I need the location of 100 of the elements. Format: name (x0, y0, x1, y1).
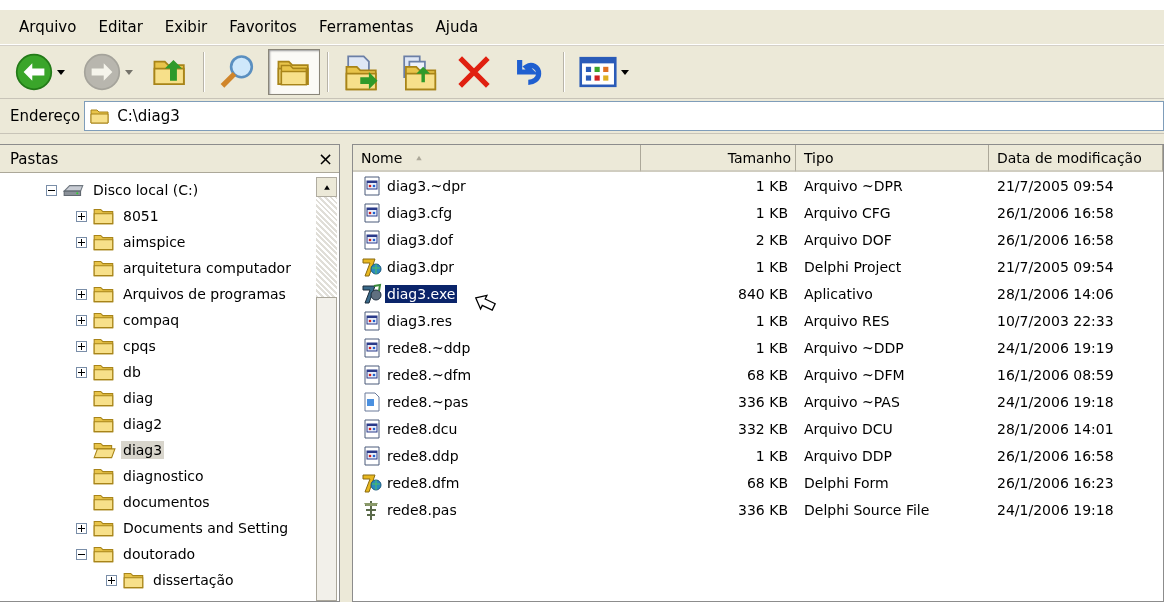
document-icon (361, 444, 383, 467)
table-cell-text: Aplicativo (803, 284, 874, 304)
table-cell-text: Delphi Form (803, 473, 890, 493)
table-cell-text: 1 KB (754, 203, 789, 223)
tree-item[interactable]: arquitetura computador (121, 259, 293, 277)
file-name[interactable]: diag3.~dpr (385, 176, 468, 195)
table-cell-text: Arquivo RES (803, 311, 891, 331)
table-cell-text: Arquivo CFG (803, 203, 892, 223)
tree-item[interactable]: doutorado (121, 545, 198, 563)
table-cell-text: 26/1/2006 16:58 (996, 203, 1115, 223)
table-cell-text: 2 KB (754, 230, 789, 250)
tree-item[interactable]: compaq (121, 311, 182, 329)
expand-icon[interactable] (106, 574, 117, 586)
table-cell-text: 332 KB (737, 419, 789, 439)
table-cell-text: Arquivo DOF (803, 230, 893, 250)
table-cell-text: 24/1/2006 19:18 (996, 392, 1115, 412)
expand-icon[interactable] (76, 522, 87, 534)
menu-item[interactable]: Arquivo (8, 18, 88, 36)
expand-icon[interactable] (76, 314, 87, 326)
table-cell-text: 24/1/2006 19:19 (996, 338, 1115, 358)
forward-icon (83, 53, 121, 91)
seven-globe-icon (361, 471, 383, 494)
tree-item[interactable]: dissertação (151, 571, 236, 589)
pane-title: Pastas (10, 149, 59, 168)
table-cell-text: Arquivo ~DDP (803, 338, 905, 358)
file-name[interactable]: diag3.cfg (385, 203, 455, 222)
tree-item[interactable]: cpqs (121, 337, 158, 355)
table-cell-text: 840 KB (737, 284, 789, 304)
table-cell-text: 336 KB (737, 500, 789, 520)
scroll-up-button[interactable] (316, 177, 337, 197)
tree-item[interactable]: documentos (121, 493, 212, 511)
expand-icon[interactable] (76, 210, 87, 222)
file-name[interactable]: rede8.~dfm (385, 365, 474, 384)
menu-item[interactable]: Favoritos (218, 18, 308, 36)
table-cell-text: 28/1/2006 14:06 (996, 284, 1115, 304)
seven-globe-icon (361, 255, 383, 278)
expand-icon[interactable] (76, 340, 87, 352)
expand-icon[interactable] (76, 366, 87, 378)
table-cell-text: Arquivo DCU (803, 419, 894, 439)
file-name[interactable]: diag3.dpr (385, 257, 457, 276)
file-name[interactable]: diag3.exe (385, 284, 458, 303)
expand-icon[interactable] (76, 236, 87, 248)
tree-item[interactable]: Disco local (C:) (91, 181, 201, 199)
table-cell-text: Arquivo ~DFM (803, 365, 906, 385)
column-header[interactable]: Tipo (796, 145, 989, 172)
tree-item[interactable]: Documents and Setting (121, 519, 291, 537)
document-icon (361, 201, 383, 224)
column-header[interactable]: Tamanho (641, 145, 796, 172)
tree-item[interactable]: diag2 (121, 415, 165, 433)
document-icon (361, 228, 383, 251)
file-name[interactable]: rede8.pas (385, 500, 459, 519)
table-cell-text: 16/1/2006 08:59 (996, 365, 1115, 385)
table-cell-text: 21/7/2005 09:54 (996, 176, 1115, 196)
table-cell-text: 68 KB (745, 365, 789, 385)
scrollbar-thumb[interactable] (316, 297, 337, 601)
address-field[interactable]: C:\diag3 (84, 101, 1164, 131)
collapse-icon[interactable] (76, 548, 87, 560)
document-icon (361, 174, 383, 197)
menu-item[interactable]: Editar (87, 18, 154, 36)
column-header[interactable]: Data de modificação (989, 145, 1163, 172)
file-name[interactable]: rede8.~ddp (385, 338, 473, 357)
table-cell-text: 26/1/2006 16:58 (996, 230, 1115, 250)
address-label: Endereço (10, 107, 81, 125)
tree-item[interactable]: diagnostico (121, 467, 206, 485)
tree-item[interactable]: db (121, 363, 143, 381)
table-cell-text: Delphi Source File (803, 500, 931, 520)
tree-item[interactable]: diag3 (121, 441, 165, 459)
up-arrow-icon (321, 183, 332, 191)
file-name[interactable]: rede8.dcu (385, 419, 460, 438)
menu-item[interactable]: Ferramentas (307, 18, 425, 36)
expand-icon[interactable] (76, 288, 87, 300)
table-cell-text: 1 KB (754, 446, 789, 466)
table-cell-text: 336 KB (737, 392, 789, 412)
table-cell-text: 1 KB (754, 311, 789, 331)
tree-item[interactable]: aimspice (121, 233, 188, 251)
folders-button[interactable] (268, 49, 320, 95)
table-cell-text: 21/7/2005 09:54 (996, 257, 1115, 277)
file-name[interactable]: rede8.~pas (385, 392, 471, 411)
document-icon (361, 336, 383, 359)
table-cell-text: Arquivo ~PAS (803, 392, 901, 412)
file-name[interactable]: rede8.dfm (385, 473, 462, 492)
table-cell-text: Arquivo ~DPR (803, 176, 904, 196)
document-icon (361, 309, 383, 332)
tree-item[interactable]: 8051 (121, 207, 161, 225)
table-cell-text: 1 KB (754, 338, 789, 358)
table-cell-text: 26/1/2006 16:58 (996, 446, 1115, 466)
table-cell-text: Arquivo DDP (803, 446, 894, 466)
column-header[interactable]: Nome (353, 145, 641, 172)
collapse-icon[interactable] (46, 184, 57, 196)
table-cell-text: 24/1/2006 19:18 (996, 500, 1115, 520)
close-button[interactable]: × (317, 148, 333, 169)
file-name[interactable]: diag3.dof (385, 230, 455, 249)
menu-item[interactable]: Ajuda (424, 18, 490, 36)
tree-item[interactable]: Arquivos de programas (121, 285, 288, 303)
file-name[interactable]: diag3.res (385, 311, 454, 330)
table-cell-text: 1 KB (754, 257, 789, 277)
tree-item[interactable]: diag (121, 389, 156, 407)
menu-item[interactable]: Exibir (153, 18, 219, 36)
page-icon (361, 390, 383, 413)
file-name[interactable]: rede8.ddp (385, 446, 461, 465)
